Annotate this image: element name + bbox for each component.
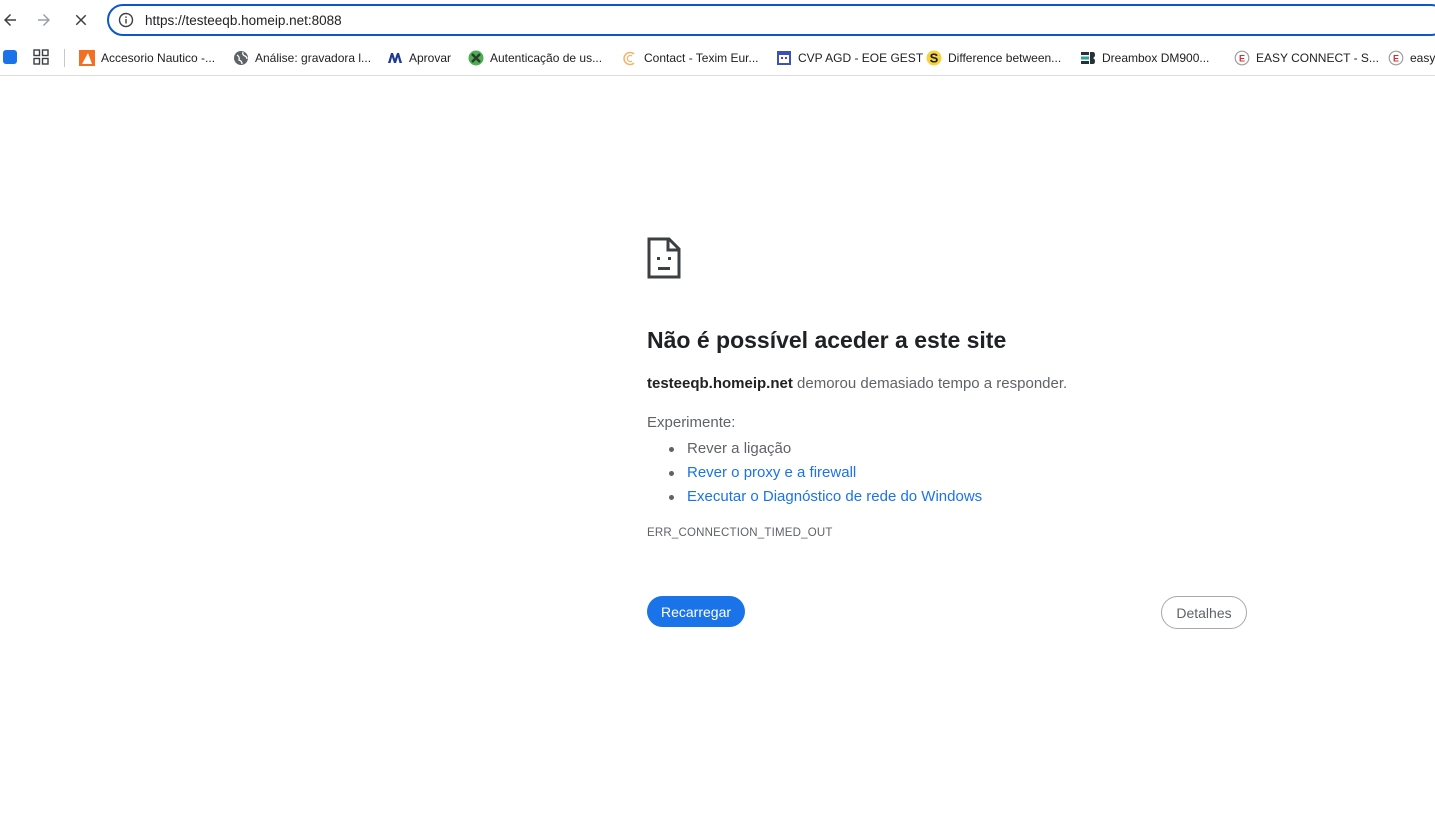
green-x-logo-icon	[468, 50, 484, 66]
browser-toolbar: https://testeeqb.homeip.net:8088	[0, 0, 1435, 40]
bookmark-label: Aprovar	[409, 51, 452, 65]
svg-text:E: E	[1393, 54, 1399, 64]
svg-text:S: S	[930, 51, 939, 66]
arrow-left-icon	[4, 14, 16, 26]
bookmark-label: Contact - Texim Eur...	[644, 51, 759, 65]
url-port: :8088	[307, 13, 342, 28]
bookmark-label: Dreambox DM900...	[1102, 51, 1210, 65]
profile-square-icon[interactable]	[3, 50, 17, 64]
address-bar[interactable]: https://testeeqb.homeip.net:8088	[107, 4, 1435, 36]
blue-m-logo-icon	[387, 50, 403, 66]
suggestion-item: Executar o Diagnóstico de rede do Window…	[667, 485, 982, 509]
suggestion-check-proxy-link[interactable]: Rever o proxy e a firewall	[687, 464, 856, 481]
s-logo-icon: S	[926, 50, 942, 66]
error-host: testeeqb.homeip.net	[647, 375, 793, 392]
arrow-right-icon	[38, 14, 50, 26]
bookmark-item[interactable]: Contact - Texim Eur...	[622, 47, 759, 69]
bookmarks-separator	[64, 49, 65, 67]
suggestion-network-diagnostics-link[interactable]: Executar o Diagnóstico de rede do Window…	[687, 488, 982, 505]
error-code: ERR_CONNECTION_TIMED_OUT	[647, 527, 833, 539]
bookmark-item[interactable]: Autenticação de us...	[468, 47, 602, 69]
bookmark-label: CVP AGD - EOE GEST	[798, 51, 924, 65]
db-logo-icon	[1080, 50, 1096, 66]
bookmark-label: EASY CONNECT - S...	[1256, 51, 1379, 65]
globe-icon	[233, 50, 249, 66]
orange-triangle-icon	[79, 50, 95, 66]
e-circle-icon: E	[1388, 50, 1404, 66]
orange-c-logo-icon	[622, 50, 638, 66]
bookmark-item[interactable]: CVP AGD - EOE GEST	[776, 47, 923, 69]
close-icon	[75, 14, 87, 26]
url-host: testeeqb.homeip.net	[185, 13, 308, 28]
error-description-text: demorou demasiado tempo a responder.	[792, 375, 1068, 392]
reload-button[interactable]: Recarregar	[647, 596, 745, 627]
suggestions-heading: Experimente:	[647, 414, 736, 431]
bookmark-item[interactable]: Aprovar	[387, 47, 451, 69]
info-icon[interactable]	[118, 12, 134, 28]
bookmark-item[interactable]: Accesorio Nautico -...	[79, 47, 215, 69]
error-description: testeeqb.homeip.net demorou demasiado te…	[647, 375, 1067, 392]
bookmark-label: easy	[1410, 51, 1435, 65]
error-title: Não é possível aceder a este site	[647, 327, 1007, 353]
bookmark-item[interactable]: Dreambox DM900...	[1080, 47, 1209, 69]
bookmark-item[interactable]: Análise: gravadora l...	[233, 47, 371, 69]
back-button[interactable]	[0, 6, 24, 34]
apps-grid-icon[interactable]	[33, 49, 49, 65]
suggestion-item: Rever a ligação	[667, 437, 982, 461]
calendar-icon	[776, 50, 792, 66]
bookmark-label: Difference between...	[948, 51, 1062, 65]
suggestion-check-connection: Rever a ligação	[687, 440, 792, 457]
bookmarks-bar: Accesorio Nautico -... Análise: gravador…	[0, 40, 1435, 76]
suggestion-item: Rever o proxy e a firewall	[667, 461, 982, 485]
stop-loading-button[interactable]	[67, 6, 95, 34]
e-circle-icon: E	[1234, 50, 1250, 66]
bookmark-item[interactable]: E EASY CONNECT - S...	[1234, 47, 1379, 69]
bookmark-label: Accesorio Nautico -...	[101, 51, 216, 65]
error-page: Não é possível aceder a este site testee…	[0, 77, 1435, 815]
sad-document-icon	[647, 237, 681, 279]
url-scheme: https://	[145, 13, 186, 28]
bookmark-label: Autenticação de us...	[490, 51, 603, 65]
svg-text:E: E	[1239, 54, 1245, 64]
suggestions-list: Rever a ligação Rever o proxy e a firewa…	[667, 437, 982, 509]
details-button[interactable]: Detalhes	[1161, 596, 1247, 629]
url-text[interactable]: https://testeeqb.homeip.net:8088	[145, 13, 342, 28]
bookmark-item[interactable]: E easy	[1388, 47, 1435, 69]
forward-button[interactable]	[30, 6, 58, 34]
bookmark-item[interactable]: S Difference between...	[926, 47, 1061, 69]
bookmark-label: Análise: gravadora l...	[255, 51, 372, 65]
